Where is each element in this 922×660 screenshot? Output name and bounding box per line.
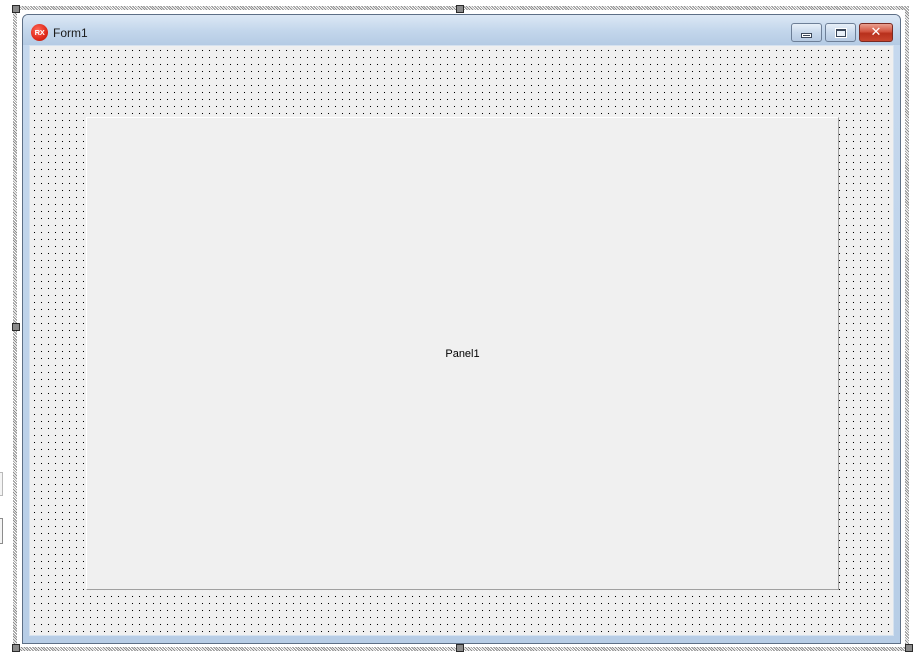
panel1[interactable]: Panel1 <box>86 117 839 590</box>
resize-handle-left[interactable] <box>12 323 20 331</box>
app-icon-text: RX <box>34 28 45 37</box>
minimize-button[interactable] <box>791 23 822 42</box>
maximize-icon <box>834 27 847 38</box>
ide-edge-control <box>0 518 3 544</box>
maximize-button[interactable] <box>825 23 856 42</box>
resize-handle-top-left[interactable] <box>12 5 20 13</box>
resize-handle-top[interactable] <box>456 5 464 13</box>
minimize-icon <box>801 33 812 38</box>
window-title: Form1 <box>53 26 88 40</box>
ide-edge-control <box>0 472 3 496</box>
panel-caption: Panel1 <box>445 347 480 360</box>
rx-app-icon: RX <box>31 24 48 41</box>
designer-canvas: RX Form1 ✕ Panel1 <box>0 0 922 660</box>
close-button[interactable]: ✕ <box>859 23 893 42</box>
form-window[interactable]: RX Form1 ✕ Panel1 <box>22 14 901 644</box>
resize-handle-bottom[interactable] <box>456 644 464 652</box>
close-icon: ✕ <box>870 25 882 40</box>
title-bar[interactable]: RX Form1 ✕ <box>23 15 900 45</box>
resize-handle-bottom-right[interactable] <box>905 644 913 652</box>
form-client-area[interactable]: Panel1 <box>29 45 894 636</box>
resize-handle-bottom-left[interactable] <box>12 644 20 652</box>
